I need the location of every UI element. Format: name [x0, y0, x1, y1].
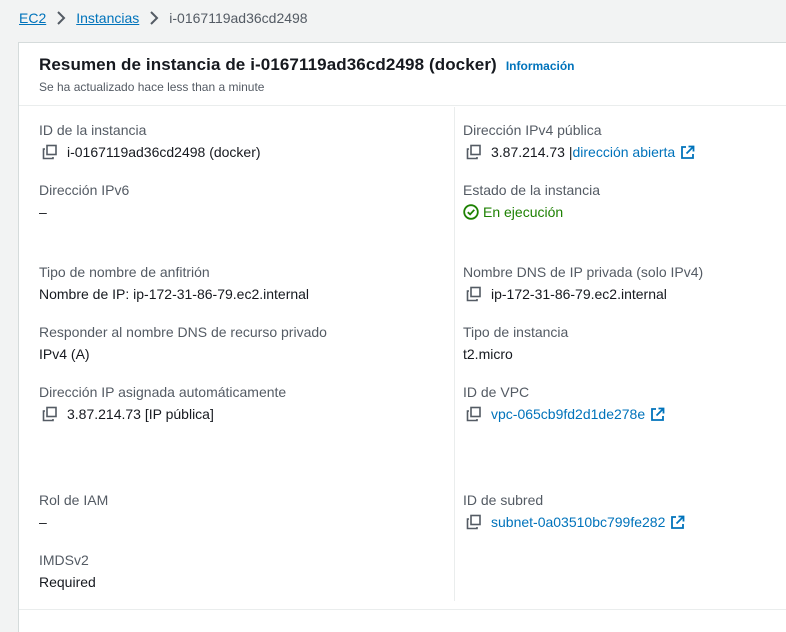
chevron-right-icon: [46, 11, 76, 25]
field-iam-role: Rol de IAM –: [39, 491, 108, 531]
field-label: ID de VPC: [463, 384, 530, 400]
field-instance-type: Tipo de instancia t2.micro: [463, 323, 568, 363]
field-label: Rol de IAM: [39, 492, 109, 508]
field-instance-id: ID de la instancia i-0167119ad36cd2498 (…: [39, 121, 261, 161]
vpc-id-link[interactable]: vpc-065cb9fd2d1de278e: [491, 405, 665, 423]
info-link[interactable]: Información: [506, 59, 575, 73]
external-link-icon: [650, 407, 665, 422]
private-dns-value: ip-172-31-86-79.ec2.internal: [491, 286, 667, 302]
breadcrumb-instances-link[interactable]: Instancias: [76, 10, 139, 26]
copy-icon[interactable]: [42, 144, 58, 160]
field-label: Tipo de instancia: [463, 324, 569, 340]
field-instance-state: Estado de la instancia En ejecución: [463, 181, 600, 221]
copy-icon[interactable]: [466, 406, 482, 422]
copy-icon[interactable]: [466, 514, 482, 530]
panel-header: Resumen de instancia de i-0167119ad36cd2…: [19, 43, 786, 106]
field-label: Nombre DNS de IP privada (solo IPv4): [463, 264, 704, 280]
field-label: Responder al nombre DNS de recurso priva…: [39, 324, 327, 340]
field-imdsv2: IMDSv2 Required: [39, 551, 96, 591]
copy-icon[interactable]: [466, 286, 482, 302]
field-label: Estado de la instancia: [463, 182, 600, 198]
field-label: ID de subred: [463, 492, 544, 508]
field-label: ID de la instancia: [39, 122, 147, 138]
resource-dns-value: IPv4 (A): [39, 346, 90, 362]
chevron-right-icon: [139, 11, 169, 25]
ipv6-value: –: [39, 204, 47, 220]
field-vpc-id: ID de VPC vpc-065cb9fd2d1de278e: [463, 383, 665, 423]
field-public-ipv4: Dirección IPv4 pública 3.87.214.73 | dir…: [463, 121, 695, 161]
field-label: Dirección IPv4 pública: [463, 122, 602, 138]
public-ipv4-value: 3.87.214.73 |: [491, 144, 573, 160]
external-link-icon: [680, 145, 695, 160]
subnet-id-link[interactable]: subnet-0a03510bc799fe282: [491, 513, 685, 531]
field-hostname-type: Tipo de nombre de anfitrión Nombre de IP…: [39, 263, 309, 303]
field-label: Dirección IPv6: [39, 182, 130, 198]
breadcrumb: EC2 Instancias i-0167119ad36cd2498: [19, 9, 308, 27]
auto-ip-value: 3.87.214.73 [IP pública]: [67, 406, 214, 422]
breadcrumb-ec2-link[interactable]: EC2: [19, 10, 46, 26]
field-auto-ip: Dirección IP asignada automáticamente 3.…: [39, 383, 286, 423]
field-subnet-id: ID de subred subnet-0a03510bc799fe282: [463, 491, 685, 531]
iam-role-value: –: [39, 514, 47, 530]
field-label: Dirección IP asignada automáticamente: [39, 384, 287, 400]
vpc-id-value: vpc-065cb9fd2d1de278e: [491, 406, 646, 422]
copy-icon[interactable]: [466, 144, 482, 160]
section-divider: [19, 609, 786, 610]
instance-id-value: i-0167119ad36cd2498 (docker): [67, 144, 261, 160]
open-address-label: dirección abierta: [572, 144, 676, 160]
status-badge: En ejecución: [463, 203, 563, 221]
page-title: Resumen de instancia de i-0167119ad36cd2…: [39, 55, 497, 74]
hostname-type-value: Nombre de IP: ip-172-31-86-79.ec2.intern…: [39, 286, 310, 302]
column-divider: [454, 107, 455, 601]
instance-state-value: En ejecución: [483, 204, 564, 220]
field-label: IMDSv2: [39, 552, 89, 568]
field-ipv6: Dirección IPv6 –: [39, 181, 129, 221]
imdsv2-value: Required: [39, 574, 96, 590]
copy-icon[interactable]: [42, 406, 58, 422]
instance-summary-panel: Resumen de instancia de i-0167119ad36cd2…: [18, 42, 786, 632]
breadcrumb-current: i-0167119ad36cd2498: [169, 10, 308, 26]
check-circle-icon: [463, 204, 479, 220]
open-address-link[interactable]: dirección abierta: [572, 143, 695, 161]
field-private-dns: Nombre DNS de IP privada (solo IPv4) ip-…: [463, 263, 703, 303]
subnet-id-value: subnet-0a03510bc799fe282: [491, 514, 666, 530]
last-updated-text: Se ha actualizado hace less than a minut…: [39, 80, 265, 94]
external-link-icon: [670, 515, 685, 530]
field-resource-dns: Responder al nombre DNS de recurso priva…: [39, 323, 327, 363]
field-label: Tipo de nombre de anfitrión: [39, 264, 210, 280]
instance-type-value: t2.micro: [463, 346, 513, 362]
